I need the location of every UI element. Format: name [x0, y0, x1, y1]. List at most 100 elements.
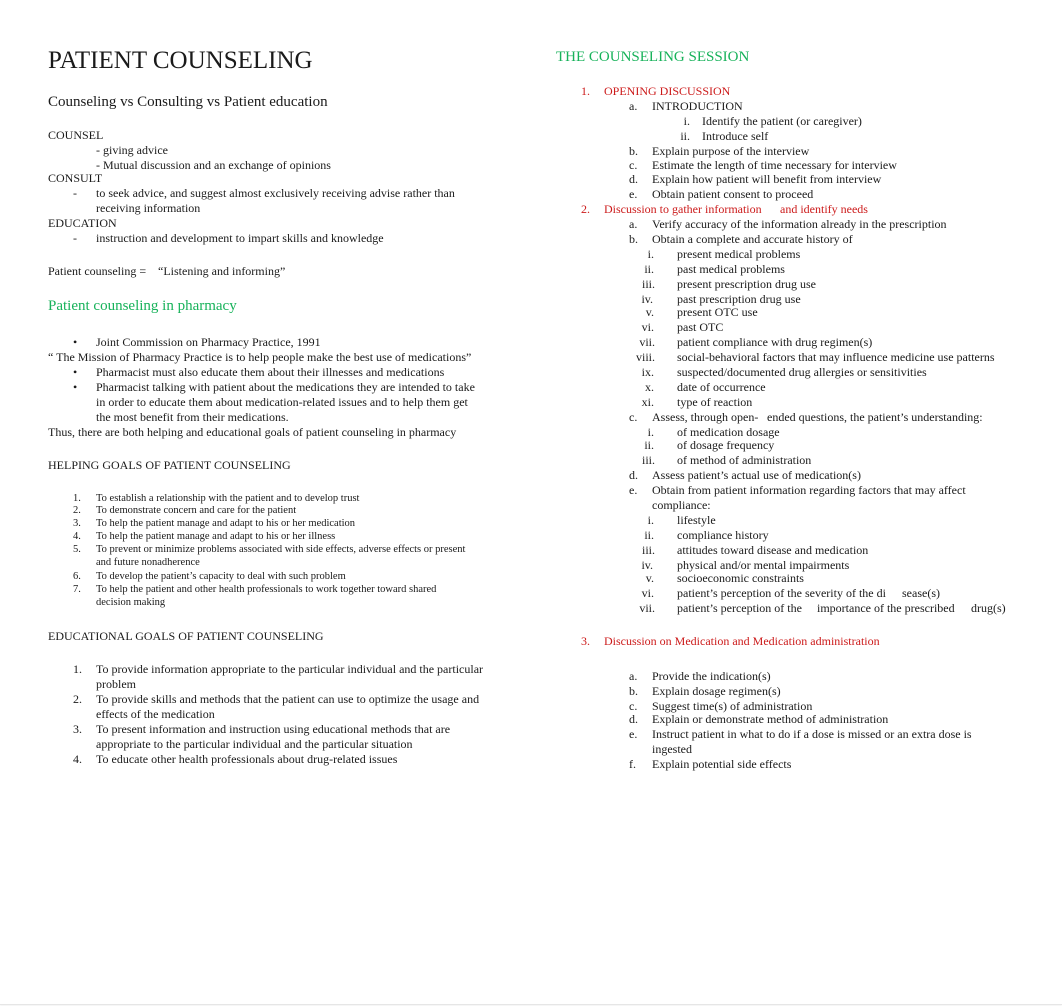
helping-goals-heading: HELPING GOALS OF PATIENT COUNSELING: [48, 458, 291, 472]
pharmacy-item-line: in order to educate them about medicatio…: [96, 395, 468, 409]
item-label: d.: [629, 712, 638, 726]
educational-goal-cont: problem: [96, 677, 136, 691]
subitem-label: v.: [645, 571, 654, 585]
subitem-text: past OTC: [677, 320, 724, 334]
subitem-text: socioeconomic constraints: [677, 571, 804, 585]
helping-goal: To help the patient manage and adapt to …: [96, 518, 356, 529]
subitem-text: patient’s perception of the: [677, 601, 802, 615]
bullet: •: [73, 365, 78, 379]
subitem-label: x.: [645, 380, 654, 394]
item-label: c.: [629, 158, 638, 172]
item-text-cont: compliance:: [652, 498, 711, 512]
item-label: b.: [629, 232, 638, 246]
subitem-label: i.: [647, 425, 654, 439]
section-heading: OPENING DISCUSSION: [604, 84, 731, 98]
subitem-text: date of occurrence: [677, 380, 766, 394]
item-label: c.: [629, 410, 638, 424]
list-number: 4.: [73, 752, 82, 766]
subitem-text: past prescription drug use: [677, 292, 801, 306]
helping-goal: To help the patient manage and adapt to …: [96, 531, 336, 542]
item-label: b.: [629, 144, 638, 158]
helping-goal: To establish a relationship with the pat…: [96, 493, 360, 504]
subitem-label: iv.: [641, 292, 653, 306]
item-text-cont: ingested: [652, 742, 692, 756]
subitem-label: i.: [647, 513, 654, 527]
subitem-text: present OTC use: [677, 305, 758, 319]
subitem-text: Identify the patient (or caregiver): [702, 114, 862, 128]
counsel-heading: COUNSEL: [48, 128, 104, 142]
subitem-label: iii.: [641, 277, 655, 291]
pharmacy-heading: Patient counseling in pharmacy: [48, 298, 237, 314]
definition-value: “Listening and informing”: [158, 264, 286, 278]
item-text: Explain potential side effects: [652, 757, 792, 771]
subitem-text-cont: sease(s): [902, 586, 940, 600]
item-label: a.: [629, 99, 638, 113]
item-label: d.: [629, 172, 638, 186]
item-text: Explain how patient will benefit from in…: [652, 172, 882, 186]
list-number: 3.: [73, 518, 81, 529]
list-number: 4.: [73, 531, 81, 542]
educational-goal-cont: effects of the medication: [96, 707, 215, 721]
item-label: e.: [629, 483, 638, 497]
subitem-label: v.: [645, 305, 654, 319]
list-number: 5.: [73, 544, 81, 555]
section-number: 2.: [581, 202, 590, 216]
subtitle: Counseling vs Consulting vs Patient educ…: [48, 94, 328, 110]
list-number: 6.: [73, 571, 81, 582]
section-number: 1.: [581, 84, 590, 98]
subitem-label: i.: [647, 247, 654, 261]
item-text: Instruct patient in what to do if a dose…: [652, 727, 972, 741]
list-number: 2.: [73, 505, 81, 516]
item-text: Explain purpose of the interview: [652, 144, 810, 158]
bullet: •: [73, 380, 78, 394]
subitem-text: social-behavioral factors that may influ…: [677, 350, 995, 364]
bullet: •: [73, 335, 78, 349]
item-text: Obtain a complete and accurate history o…: [652, 232, 853, 246]
subitem-text: type of reaction: [677, 395, 753, 409]
item-text: Verify accuracy of the information alrea…: [652, 217, 947, 231]
subitem-text-cont: importance of the prescribed: [817, 601, 955, 615]
education-line: instruction and development to impart sk…: [96, 231, 384, 245]
item-text: Explain dosage regimen(s): [652, 684, 781, 698]
subitem-label: vi.: [641, 320, 654, 334]
helping-goal: To demonstrate concern and care for the …: [96, 505, 297, 516]
section-number: 3.: [581, 634, 590, 648]
item-text: INTRODUCTION: [652, 99, 743, 113]
subitem-text: physical and/or mental impairments: [677, 558, 850, 572]
item-label: e.: [629, 727, 638, 741]
subitem-label: iv.: [641, 558, 653, 572]
subitem-text: of medication dosage: [677, 425, 780, 439]
consult-heading: CONSULT: [48, 171, 103, 185]
subitem-label: iii.: [641, 453, 655, 467]
subitem-label: ii.: [644, 262, 654, 276]
section-heading: Discussion to gather information: [604, 202, 762, 216]
educational-goal: To provide information appropriate to th…: [96, 662, 484, 676]
document-title: PATIENT COUNSELING: [48, 47, 313, 74]
subitem-text: past medical problems: [677, 262, 785, 276]
helping-goal: To help the patient and other health pro…: [96, 584, 437, 595]
educational-goal: To present information and instruction u…: [96, 722, 451, 736]
dash-bullet: -: [73, 231, 77, 245]
subitem-text: of method of administration: [677, 453, 812, 467]
item-label: c.: [629, 699, 638, 713]
subitem-text: attitudes toward disease and medication: [677, 543, 869, 557]
educational-goal-cont: appropriate to the particular individual…: [96, 737, 413, 751]
consult-line: receiving information: [96, 201, 201, 215]
pharmacy-conclusion: Thus, there are both helping and educati…: [48, 425, 457, 439]
list-number: 7.: [73, 584, 81, 595]
subitem-text: suspected/documented drug allergies or s…: [677, 365, 927, 379]
subitem-label: i.: [683, 114, 690, 128]
subitem-label: vii.: [639, 601, 655, 615]
subitem-text: patient’s perception of the severity of …: [677, 586, 886, 600]
subitem-text-cont: drug(s): [971, 601, 1006, 615]
subitem-label: xi.: [641, 395, 654, 409]
educational-goal: To provide skills and methods that the p…: [96, 692, 480, 706]
pharmacy-item-line: the most benefit from their medications.: [96, 410, 289, 424]
item-label: d.: [629, 468, 638, 482]
subitem-text: present prescription drug use: [677, 277, 816, 291]
item-label: a.: [629, 217, 638, 231]
helping-goal: To prevent or minimize problems associat…: [96, 544, 466, 555]
list-number: 3.: [73, 722, 82, 736]
subitem-text: compliance history: [677, 528, 769, 542]
list-number: 1.: [73, 662, 82, 676]
